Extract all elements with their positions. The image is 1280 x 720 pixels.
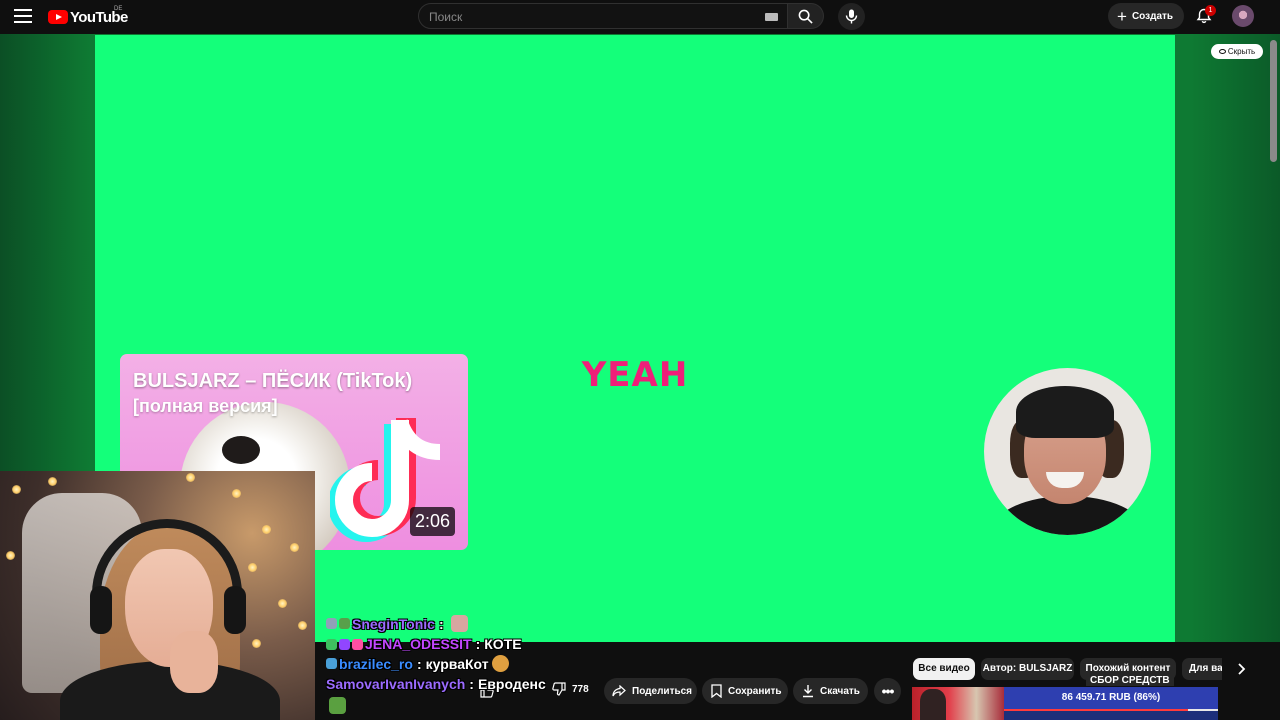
chevron-right-icon[interactable] (1236, 662, 1248, 676)
endscreen-channel-avatar[interactable] (984, 368, 1151, 535)
share-icon (612, 685, 626, 697)
fundraiser-label: СБОР СРЕДСТВ (1086, 675, 1174, 686)
chat-badge-icon (339, 638, 350, 650)
chat-username: brazilec_ro (339, 655, 413, 672)
fundraiser-progress-fill (1004, 709, 1189, 711)
channel-avatar-beanie (1016, 386, 1114, 438)
filter-chip-label: Для вас (1189, 663, 1222, 674)
headset-cup (224, 586, 246, 634)
chat-message: SneginTonic : (326, 615, 468, 632)
chat-separator: : (469, 676, 474, 692)
like-count: 778 (572, 684, 589, 695)
filter-chip-all[interactable]: Все видео (913, 658, 975, 680)
download-button[interactable]: Скачать (793, 678, 868, 704)
menu-icon[interactable] (14, 9, 32, 23)
hide-label: Скрыть (1227, 47, 1256, 56)
search-icon (798, 9, 813, 24)
filter-chip-label: Похожий контент (1085, 663, 1171, 674)
create-label: Создать (1131, 10, 1174, 22)
chat-badge-icon (326, 638, 337, 650)
chat-badge-icon (326, 618, 337, 629)
streamer-hand (170, 631, 218, 693)
chat-username: SneginTonic (352, 615, 435, 632)
voice-search-button[interactable] (838, 3, 865, 30)
card-thumbnail-nose (222, 436, 260, 464)
chat-emote-icon (491, 655, 509, 672)
download-label: Скачать (820, 685, 860, 697)
thumbs-down-icon[interactable] (552, 682, 566, 696)
search-button[interactable] (788, 3, 824, 29)
microphone-icon (845, 9, 858, 24)
chat-separator: : (438, 615, 444, 632)
chat-message: JENA_ODESSIT : КОТЕ (326, 636, 522, 652)
top-bar: YouTube DE + Создать 1 (0, 0, 1280, 34)
create-button[interactable]: + Создать (1108, 3, 1184, 29)
hide-button[interactable]: Скрыть (1211, 44, 1263, 59)
share-label: Поделиться (632, 685, 693, 697)
headset-cup (90, 586, 112, 634)
card-title: BULSJARZ – ПЁСИК (TikTok) (133, 370, 413, 392)
chat-badge-icon (352, 638, 363, 650)
card-subtitle: [полная версия] (133, 396, 278, 416)
region-code: DE (114, 6, 123, 12)
chat-message: brazilec_ro : курваКот (326, 655, 509, 672)
filter-chip-label: Все видео (918, 663, 970, 674)
eye-off-icon (1218, 49, 1226, 54)
chat-username: SamovarIvanIvanych (326, 676, 466, 692)
keyboard-icon[interactable] (765, 13, 778, 21)
save-button[interactable]: Сохранить (702, 678, 788, 704)
filter-chip-author[interactable]: Автор: BULSJARZ (981, 658, 1074, 680)
fundraiser-amount: 86 459.71 RUB (86%) (1004, 687, 1218, 709)
filter-chip-for-you[interactable]: Для вас (1182, 658, 1222, 680)
chat-emote-icon (329, 697, 346, 714)
chat-badge-icon (339, 618, 350, 629)
card-duration: 2:06 (410, 507, 455, 536)
share-button[interactable]: Поделиться (604, 678, 697, 704)
chat-text: курваКот (425, 655, 489, 672)
search-input[interactable] (429, 9, 749, 25)
bookmark-icon (711, 684, 722, 698)
chat-separator: : (416, 655, 422, 672)
chat-emote-icon (450, 615, 468, 632)
more-actions-button[interactable]: ••• (874, 678, 901, 704)
streamer-webcam (0, 471, 315, 720)
chat-username: JENA_ODESSIT (365, 636, 472, 652)
chat-badge-icon (326, 658, 337, 669)
plus-icon: + (1117, 6, 1127, 26)
search-box[interactable] (418, 3, 788, 29)
account-avatar[interactable] (1232, 5, 1254, 27)
chat-text: Евроденс (477, 676, 546, 692)
recommendation-thumbnail-face (920, 689, 946, 720)
notification-badge: 1 (1205, 5, 1216, 16)
chat-text: КОТЕ (484, 636, 522, 652)
chat-message: SamovarIvanIvanych : Евроденс (326, 676, 546, 692)
chat-separator: : (475, 636, 481, 652)
filter-chip-label: Автор: BULSJARZ (982, 663, 1073, 674)
youtube-play-icon (48, 10, 68, 24)
download-icon (803, 685, 813, 698)
save-label: Сохранить (728, 685, 782, 697)
more-horizontal-icon: ••• (881, 683, 895, 699)
page-scrollbar[interactable] (1270, 40, 1277, 162)
